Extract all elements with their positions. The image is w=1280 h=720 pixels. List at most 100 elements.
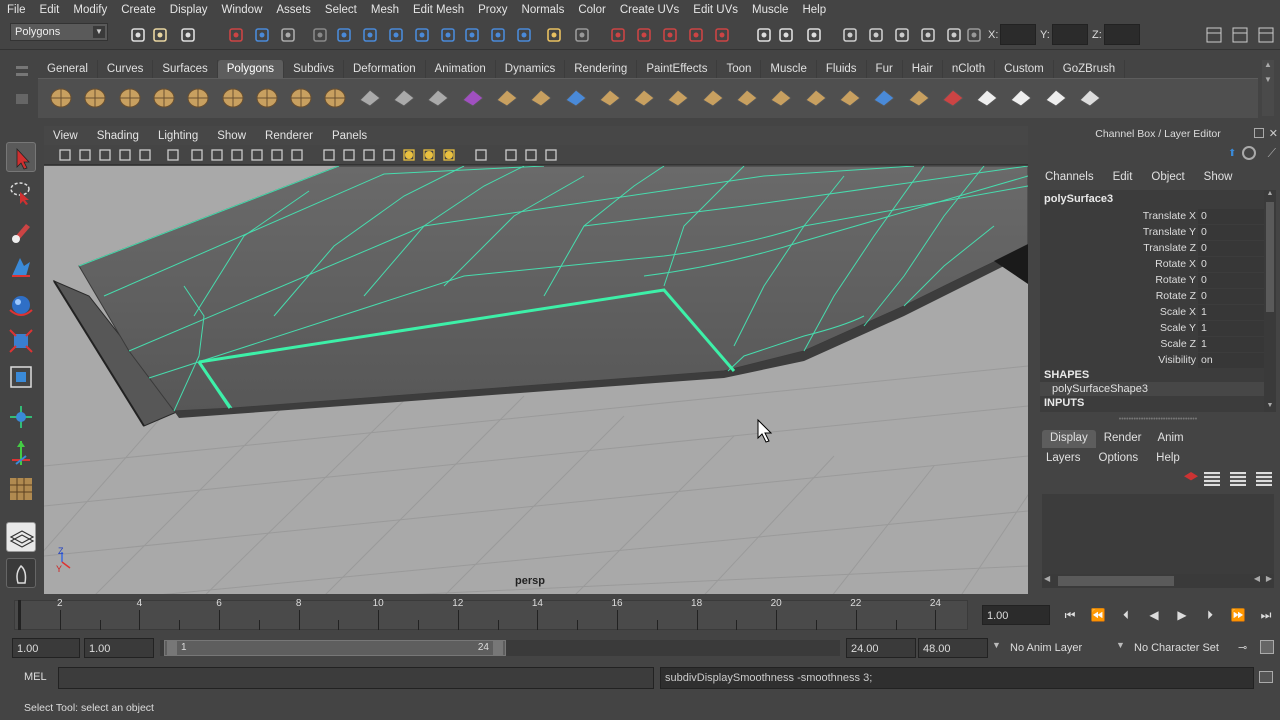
shelf-tab-painteffects[interactable]: PaintEffects <box>637 60 718 78</box>
wedge-face-icon[interactable] <box>837 84 863 110</box>
attribute-value[interactable]: 0 <box>1198 256 1264 272</box>
play-backwards-icon[interactable]: ◀ <box>1142 606 1166 624</box>
current-frame-field[interactable]: 1.00 <box>982 605 1050 625</box>
menu-edit[interactable]: Edit <box>33 4 67 16</box>
ipr-render-icon[interactable] <box>866 25 886 45</box>
end-time-field[interactable]: 48.00 <box>918 638 988 658</box>
attribute-row[interactable]: Rotate Z0 <box>1040 288 1264 304</box>
shelf-tab-dynamics[interactable]: Dynamics <box>496 60 566 78</box>
shelf-tab-toon[interactable]: Toon <box>717 60 762 78</box>
command-language-label[interactable]: MEL <box>24 671 47 683</box>
attribute-value[interactable]: 1 <box>1198 304 1264 320</box>
poly-cube-icon[interactable] <box>82 84 108 110</box>
attribute-row[interactable]: Scale Y1 <box>1040 320 1264 336</box>
make-live-icon[interactable] <box>712 25 732 45</box>
shelf-tab-fluids[interactable]: Fluids <box>817 60 867 78</box>
shelf-menu-handle[interactable] <box>14 62 30 112</box>
viewport-menu-lighting[interactable]: Lighting <box>149 130 208 142</box>
attribute-row[interactable]: Translate Z0 <box>1040 240 1264 256</box>
duplicate-face-icon[interactable] <box>871 84 897 110</box>
shelf-tab-curves[interactable]: Curves <box>98 60 154 78</box>
attribute-row[interactable]: Scale Z1 <box>1040 336 1264 352</box>
move-layer-icon[interactable] <box>1184 472 1198 481</box>
panel-splitter[interactable]: •••••••••••••••••••••••••••••••• <box>1036 416 1280 424</box>
outliner-layout-icon[interactable] <box>6 558 36 588</box>
combine-icon[interactable] <box>357 84 383 110</box>
x-field[interactable] <box>1000 24 1036 45</box>
attribute-row[interactable]: Scale X1 <box>1040 304 1264 320</box>
z-field[interactable] <box>1104 24 1140 45</box>
shelf-tab-general[interactable]: General <box>38 60 98 78</box>
textured-icon[interactable] <box>382 148 396 162</box>
camera-attributes-icon[interactable] <box>78 148 92 162</box>
poly-cone-icon[interactable] <box>151 84 177 110</box>
select-tool-icon[interactable] <box>6 142 36 172</box>
new-layer-selected-icon[interactable] <box>1256 472 1272 486</box>
channel-box-toggle-icon[interactable]: ⬆ <box>1228 148 1238 159</box>
attribute-value[interactable]: 0 <box>1198 208 1264 224</box>
default-material-icon[interactable] <box>362 148 376 162</box>
menu-set-selector[interactable]: Polygons ▼ <box>10 23 108 41</box>
xray-icon[interactable] <box>504 148 518 162</box>
two-d-pan-zoom-icon[interactable] <box>138 148 152 162</box>
poly-pipe-icon[interactable] <box>288 84 314 110</box>
channel-menu-object[interactable]: Object <box>1150 171 1193 183</box>
time-slider-track[interactable] <box>14 600 968 630</box>
poly-soccer-ball-icon[interactable] <box>322 84 348 110</box>
character-set-dropdown-icon[interactable]: ▼ <box>1116 640 1125 650</box>
grid-toggle-icon[interactable] <box>190 148 204 162</box>
bookmarks-icon[interactable] <box>98 148 112 162</box>
select-joints-icon[interactable] <box>360 25 380 45</box>
select-hierarchy-icon[interactable] <box>226 25 246 45</box>
attribute-value[interactable]: 0 <box>1198 240 1264 256</box>
bevel-icon[interactable] <box>768 84 794 110</box>
lock-selection-icon[interactable] <box>544 25 564 45</box>
attribute-value[interactable]: 0 <box>1198 224 1264 240</box>
viewport-menu-shading[interactable]: Shading <box>88 130 149 142</box>
tool-settings-icon[interactable]: ⟋ <box>1268 146 1276 161</box>
shelf-tab-polygons[interactable]: Polygons <box>217 60 285 78</box>
safe-action-icon[interactable] <box>290 148 304 162</box>
shelf-tab-deformation[interactable]: Deformation <box>344 60 426 78</box>
highlight-selection-icon[interactable] <box>572 25 592 45</box>
attribute-value[interactable]: on <box>1198 352 1264 368</box>
command-input[interactable] <box>58 667 654 689</box>
save-scene-icon[interactable] <box>178 25 198 45</box>
time-slider[interactable]: 2 4 6 8 10 12 14 16 18 20 22 24 1.00 ⏮ ⏪ ⏴ ◀ ▶ ⏵ ⏩ ⏭ <box>0 596 1280 634</box>
anim-layer-field[interactable]: No Anim Layer <box>1006 638 1110 658</box>
menu-display[interactable]: Display <box>163 4 215 16</box>
attribute-row[interactable]: Rotate Y0 <box>1040 272 1264 288</box>
append-polygon-icon[interactable] <box>563 84 589 110</box>
show-manipulator-icon[interactable] <box>6 438 36 468</box>
last-tool-icon[interactable] <box>6 474 36 504</box>
anim-layer-dropdown-icon[interactable]: ▼ <box>992 640 1001 650</box>
playback-start-field[interactable]: 1.00 <box>84 638 154 658</box>
image-plane-icon[interactable] <box>118 148 132 162</box>
select-deformations-icon[interactable] <box>438 25 458 45</box>
poly-sphere-icon[interactable] <box>48 84 74 110</box>
select-surfaces-icon[interactable] <box>412 25 432 45</box>
select-curves-icon[interactable] <box>386 25 406 45</box>
wireframe-shading-icon[interactable] <box>322 148 336 162</box>
separate-icon[interactable] <box>391 84 417 110</box>
select-object-icon[interactable] <box>252 25 272 45</box>
move-tool-icon[interactable] <box>6 252 36 282</box>
menu-color[interactable]: Color <box>571 4 612 16</box>
poly-pyramid-icon[interactable] <box>254 84 280 110</box>
scale-tool-icon[interactable] <box>6 326 36 356</box>
step-forward-key-icon[interactable]: ⏩ <box>1226 606 1250 624</box>
menu-create[interactable]: Create <box>114 4 163 16</box>
y-field[interactable] <box>1052 24 1088 45</box>
object-name[interactable]: polySurface3 <box>1040 190 1264 208</box>
shelf-tab-subdivs[interactable]: Subdivs <box>284 60 344 78</box>
xray-joints-icon[interactable] <box>524 148 538 162</box>
menu-window[interactable]: Window <box>214 4 269 16</box>
attribute-value[interactable]: 1 <box>1198 320 1264 336</box>
smooth-shading-icon[interactable] <box>342 148 356 162</box>
layer-menu-options[interactable]: Options <box>1095 452 1153 464</box>
input-ops-icon[interactable] <box>754 25 774 45</box>
shelf-tab-custom[interactable]: Custom <box>995 60 1054 78</box>
menu-file[interactable]: File <box>0 4 33 16</box>
resolution-gate-icon[interactable] <box>230 148 244 162</box>
spherical-mapping-icon[interactable] <box>1008 84 1034 110</box>
